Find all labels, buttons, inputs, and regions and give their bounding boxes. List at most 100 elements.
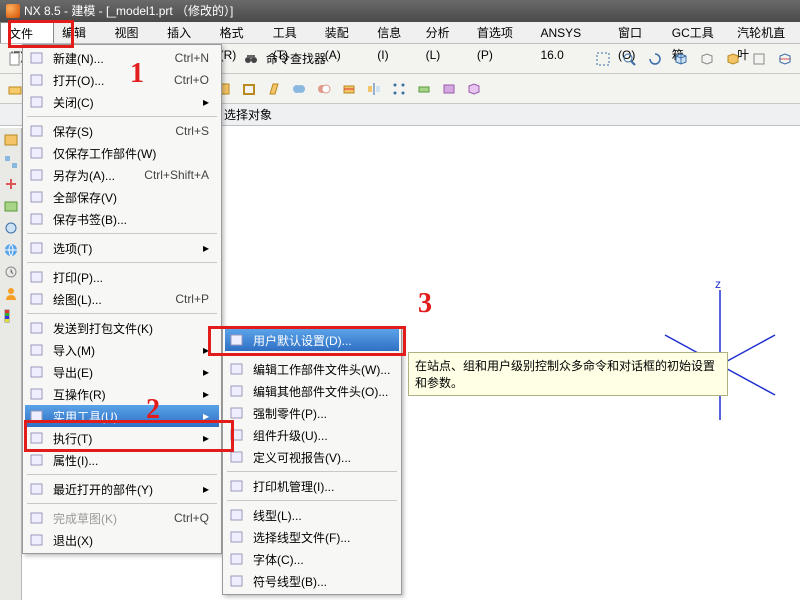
- file-menu-item-8[interactable]: 保存书签(B)...: [25, 208, 219, 230]
- util-menu-item-5[interactable]: 组件升级(U)...: [225, 424, 399, 446]
- menu-item-label: 另存为(A)...: [53, 167, 115, 184]
- util-menu-item-4[interactable]: 强制零件(P)...: [225, 402, 399, 424]
- file-menu-item-19[interactable]: 实用工具(U) ▸: [25, 405, 219, 427]
- file-menu-item-13[interactable]: 绘图(L)...Ctrl+P: [25, 288, 219, 310]
- sb-roles-icon[interactable]: [3, 286, 19, 302]
- tb-cube-icon[interactable]: [670, 48, 692, 70]
- file-menu-item-10[interactable]: 选项(T)▸: [25, 237, 219, 259]
- util-menu-item-6[interactable]: 定义可视报告(V)...: [225, 446, 399, 468]
- util-menu-item-12[interactable]: 字体(C)...: [225, 548, 399, 570]
- file-menu-item-12[interactable]: 打印(P)...: [25, 266, 219, 288]
- util-menu-item-3[interactable]: 编辑其他部件文件头(O)...: [225, 380, 399, 402]
- submenu-arrow-icon: ▸: [179, 95, 209, 109]
- tb-rotate-icon[interactable]: [644, 48, 666, 70]
- menu-format[interactable]: 格式(R): [212, 22, 265, 43]
- util-menu-item-8[interactable]: 打印机管理(I)...: [225, 475, 399, 497]
- util-menu-item-10[interactable]: 线型(L)...: [225, 504, 399, 526]
- menu-item-icon: [29, 211, 45, 227]
- menu-analysis[interactable]: 分析(L): [418, 22, 469, 43]
- menu-item-label: 打印机管理(I)...: [253, 478, 334, 495]
- file-menu-item-4[interactable]: 保存(S)Ctrl+S: [25, 120, 219, 142]
- utilities-submenu: 用户默认设置(D)... 编辑工作部件文件头(W)...编辑其他部件文件头(O).…: [222, 326, 402, 595]
- sb-constraint-icon[interactable]: [3, 176, 19, 192]
- menu-turbine[interactable]: 汽轮机直叶: [729, 22, 800, 43]
- submenu-arrow-icon: ▸: [179, 431, 209, 445]
- menu-item-shortcut: Ctrl+P: [151, 292, 209, 306]
- file-menu-item-7[interactable]: 全部保存(V): [25, 186, 219, 208]
- menu-item-icon: [229, 427, 245, 443]
- file-menu-item-26[interactable]: 退出(X): [25, 529, 219, 551]
- tb-shaded-icon[interactable]: [722, 48, 744, 70]
- tb-subtract-icon[interactable]: [313, 78, 335, 100]
- util-menu-item-11[interactable]: 选择线型文件(F)...: [225, 526, 399, 548]
- tb-clip-icon[interactable]: [774, 48, 796, 70]
- file-menu-item-23[interactable]: 最近打开的部件(Y)▸: [25, 478, 219, 500]
- tb-more1-icon[interactable]: [438, 78, 460, 100]
- sb-palette-icon[interactable]: [3, 308, 19, 324]
- file-menu-item-5[interactable]: 仅保存工作部件(W): [25, 142, 219, 164]
- file-menu-item-20[interactable]: 执行(T)▸: [25, 427, 219, 449]
- file-menu-item-17[interactable]: 导出(E)▸: [25, 361, 219, 383]
- menu-item-shortcut: Ctrl+Q: [150, 511, 209, 525]
- sb-assembly-icon[interactable]: [3, 154, 19, 170]
- file-menu-item-0[interactable]: 新建(N)...Ctrl+N: [25, 47, 219, 69]
- menu-item-icon: [229, 478, 245, 494]
- tb-zoom-icon[interactable]: [618, 48, 640, 70]
- menu-item-icon: [29, 430, 45, 446]
- menu-assembly[interactable]: 装配(A): [317, 22, 370, 43]
- tb-draft-icon[interactable]: [263, 78, 285, 100]
- tb-binoculars-icon[interactable]: [240, 48, 262, 70]
- menu-tools[interactable]: 工具(T): [265, 22, 317, 43]
- menu-item-label: 用户默认设置(D)...: [253, 332, 352, 349]
- menu-item-icon: [29, 342, 45, 358]
- file-menu-item-1[interactable]: 打开(O)...Ctrl+O: [25, 69, 219, 91]
- util-menu-item-2[interactable]: 编辑工作部件文件头(W)...: [225, 358, 399, 380]
- tb-mirror-icon[interactable]: [363, 78, 385, 100]
- menu-window[interactable]: 窗口(O): [610, 22, 664, 43]
- file-menu-item-2[interactable]: 关闭(C)▸: [25, 91, 219, 113]
- sb-hd3d-icon[interactable]: [3, 220, 19, 236]
- sb-part-navigator-icon[interactable]: [3, 132, 19, 148]
- sb-browser-icon[interactable]: [3, 242, 19, 258]
- command-finder-label[interactable]: 命令查找器: [266, 50, 326, 67]
- menu-item-label: 实用工具(U): [53, 408, 118, 425]
- tb-pattern-icon[interactable]: [388, 78, 410, 100]
- menu-item-icon: [29, 532, 45, 548]
- tb-fit-icon[interactable]: [592, 48, 614, 70]
- util-menu-item-13[interactable]: 符号线型(B)...: [225, 570, 399, 592]
- util-menu-item-0[interactable]: 用户默认设置(D)...: [225, 329, 399, 351]
- menu-item-label: 保存书签(B)...: [53, 211, 127, 228]
- sb-history-icon[interactable]: [3, 264, 19, 280]
- menu-item-icon: [229, 551, 245, 567]
- sb-reuse-icon[interactable]: [3, 198, 19, 214]
- tb-more2-icon[interactable]: [463, 78, 485, 100]
- submenu-arrow-icon: ▸: [179, 409, 209, 423]
- menu-item-icon: [29, 364, 45, 380]
- menu-file[interactable]: 文件(F): [0, 22, 54, 43]
- tb-wireframe-icon[interactable]: [696, 48, 718, 70]
- submenu-arrow-icon: ▸: [179, 387, 209, 401]
- menu-item-label: 属性(I)...: [53, 452, 98, 469]
- menu-insert[interactable]: 插入(S): [159, 22, 212, 43]
- resource-bar: [0, 128, 22, 600]
- menu-ansys[interactable]: ANSYS 16.0: [532, 22, 610, 43]
- file-menu-item-21[interactable]: 属性(I)...: [25, 449, 219, 471]
- menu-prefs[interactable]: 首选项(P): [469, 22, 533, 43]
- menu-item-icon: [229, 449, 245, 465]
- menu-info[interactable]: 信息(I): [369, 22, 417, 43]
- tb-unite-icon[interactable]: [288, 78, 310, 100]
- file-menu-item-6[interactable]: 另存为(A)...Ctrl+Shift+A: [25, 164, 219, 186]
- menu-item-icon: [29, 320, 45, 336]
- file-menu-item-15[interactable]: 发送到打包文件(K): [25, 317, 219, 339]
- file-menu-item-18[interactable]: 互操作(R)▸: [25, 383, 219, 405]
- tb-shell-icon[interactable]: [238, 78, 260, 100]
- file-menu-item-25: 完成草图(K)Ctrl+Q: [25, 507, 219, 529]
- menu-edit[interactable]: 编辑(E): [54, 22, 107, 43]
- tb-trim-icon[interactable]: [338, 78, 360, 100]
- menu-gctoolbox[interactable]: GC工具箱: [664, 22, 729, 43]
- menu-view[interactable]: 视图(V): [107, 22, 160, 43]
- file-menu-item-16[interactable]: 导入(M)▸: [25, 339, 219, 361]
- tb-thicken-icon[interactable]: [413, 78, 435, 100]
- tb-ortho-icon[interactable]: [748, 48, 770, 70]
- submenu-arrow-icon: ▸: [179, 343, 209, 357]
